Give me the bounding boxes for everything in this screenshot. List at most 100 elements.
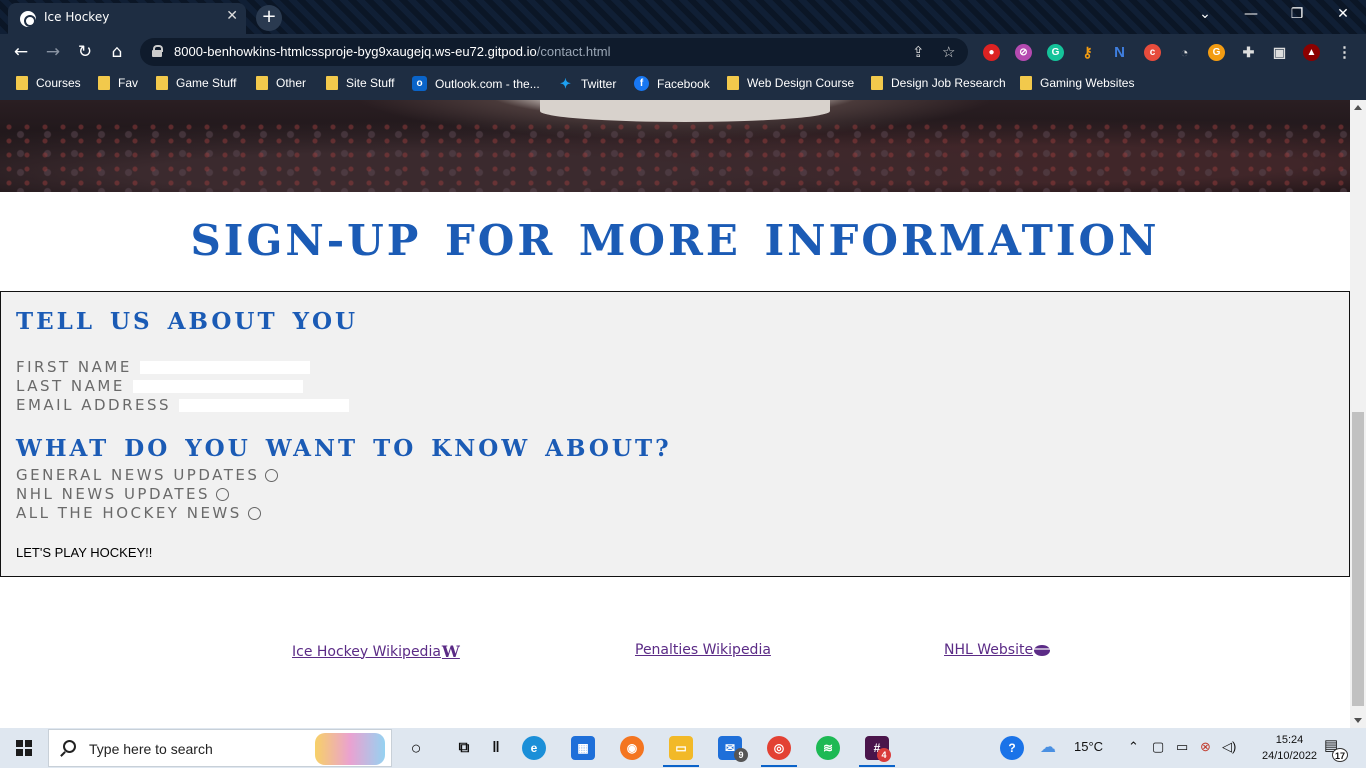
store-icon[interactable]: ▦: [571, 736, 595, 760]
general-news-label: GENERAL NEWS UPDATES: [16, 466, 260, 484]
penalties-wikipedia-link[interactable]: Penalties Wikipedia: [635, 642, 771, 658]
system-clock[interactable]: 15:24 24/10/2022: [1262, 732, 1317, 764]
last-name-field[interactable]: [132, 379, 303, 393]
bookmark-label: Game Stuff: [176, 76, 237, 90]
scroll-down-icon[interactable]: [1354, 718, 1362, 723]
battery-icon[interactable]: ▭: [1176, 739, 1188, 755]
bookmark-web-design-course[interactable]: Web Design Course: [727, 76, 854, 90]
spotify-icon[interactable]: ≋: [816, 736, 840, 760]
bookmark-site-stuff[interactable]: Site Stuff: [326, 76, 394, 90]
email-field[interactable]: [179, 398, 350, 412]
general-news-radio[interactable]: [265, 468, 279, 482]
bookmarks-bar: Courses Fav Game Stuff Other Site Stuff …: [0, 70, 1366, 100]
url-text[interactable]: 8000-benhowkins-htmlcssproje-byg9xaugejq…: [174, 44, 610, 59]
facebook-icon: f: [634, 76, 649, 91]
bookmark-twitter[interactable]: ✦ Twitter: [558, 76, 616, 91]
restore-button[interactable]: ❐: [1274, 0, 1320, 30]
ice-hockey-wikipedia-link[interactable]: Ice Hockey Wikipedia W: [292, 642, 460, 661]
profile-avatar-icon[interactable]: ▲: [1303, 44, 1320, 61]
minimize-button[interactable]: —: [1228, 0, 1274, 30]
nhl-news-radio[interactable]: [216, 487, 230, 501]
page-scrollbar[interactable]: [1350, 100, 1366, 728]
file-explorer-icon[interactable]: ▭: [669, 736, 693, 760]
bookmark-outlook[interactable]: o Outlook.com - the...: [412, 76, 540, 91]
extensions-puzzle-icon[interactable]: ✚: [1240, 44, 1257, 61]
edge-icon[interactable]: e: [522, 736, 546, 760]
reload-button[interactable]: ↻: [72, 40, 98, 64]
tab-ice-hockey[interactable]: Ice Hockey ✕: [8, 3, 246, 34]
firefox-icon[interactable]: ◉: [620, 736, 644, 760]
wikipedia-icon: W: [441, 642, 460, 661]
scroll-thumb[interactable]: [1352, 412, 1364, 706]
folder-icon: [1020, 76, 1032, 90]
help-icon[interactable]: ?: [1000, 736, 1024, 760]
bookmark-gaming-websites[interactable]: Gaming Websites: [1020, 76, 1134, 90]
volume-icon[interactable]: ◁): [1222, 739, 1236, 755]
submit-button[interactable]: LET'S PLAY HOCKEY!!: [16, 545, 152, 560]
scroll-up-icon[interactable]: [1354, 105, 1362, 110]
clock-time: 15:24: [1275, 734, 1304, 746]
weather-icon[interactable]: ☁: [1040, 737, 1056, 757]
bookmark-design-job-research[interactable]: Design Job Research: [871, 76, 1006, 90]
browser-tab-strip: Ice Hockey ✕ + ⌄ — ❐ ✕: [0, 0, 1366, 34]
g-extension-icon[interactable]: G: [1208, 44, 1225, 61]
show-hidden-icons-icon[interactable]: ⌃: [1128, 739, 1139, 755]
n-extension-icon[interactable]: N: [1111, 44, 1128, 61]
page-title: SIGN-UP FOR MORE INFORMATION: [190, 216, 1160, 265]
meet-now-icon[interactable]: ▢: [1152, 739, 1164, 755]
page-viewport: SIGN-UP FOR MORE INFORMATION TELL US ABO…: [0, 100, 1350, 728]
weather-temp[interactable]: 15°C: [1074, 739, 1103, 754]
side-panel-icon[interactable]: ▣: [1271, 44, 1288, 61]
about-you-heading: TELL US ABOUT YOU: [16, 308, 359, 335]
cortana-icon[interactable]: ○: [404, 736, 428, 760]
folder-icon: [16, 76, 28, 90]
tab-search-button[interactable]: ⌄: [1182, 0, 1228, 30]
bookmark-facebook[interactable]: f Facebook: [634, 76, 710, 91]
link-label: Penalties Wikipedia: [635, 642, 771, 658]
menu-icon[interactable]: ⋮: [1336, 44, 1353, 61]
privacy-extension-icon[interactable]: ⊘: [1015, 44, 1032, 61]
grammarly-extension-icon[interactable]: G: [1047, 44, 1064, 61]
lock-icon[interactable]: [152, 45, 163, 57]
bookmark-courses[interactable]: Courses: [16, 76, 81, 90]
bookmark-label: Design Job Research: [891, 76, 1006, 90]
nhl-website-link[interactable]: NHL Website: [944, 642, 1051, 658]
rink-ice: [540, 100, 830, 122]
task-view-icon[interactable]: ⧉: [452, 736, 476, 760]
bookmark-label: Other: [276, 76, 307, 90]
email-label: EMAIL ADDRESS: [16, 396, 172, 414]
address-bar[interactable]: 8000-benhowkins-htmlcssproje-byg9xaugejq…: [140, 38, 968, 66]
key-extension-icon[interactable]: ⚷: [1079, 44, 1096, 61]
option-all-hockey-news: ALL THE HOCKEY NEWS: [16, 504, 261, 522]
forward-button[interactable]: →: [40, 40, 66, 64]
option-nhl-news: NHL NEWS UPDATES: [16, 485, 230, 503]
tab-close-icon[interactable]: ✕: [226, 8, 238, 24]
clock-date: 24/10/2022: [1262, 750, 1318, 762]
all-hockey-news-label: ALL THE HOCKEY NEWS: [16, 504, 242, 522]
chrome-icon[interactable]: ◎: [767, 736, 791, 760]
all-hockey-news-radio[interactable]: [247, 506, 261, 520]
share-icon[interactable]: ⇪: [912, 43, 925, 61]
bookmark-fav[interactable]: Fav: [98, 76, 138, 90]
signup-form: TELL US ABOUT YOU FIRST NAME LAST NAME E…: [0, 291, 1350, 577]
taskbar-search-input[interactable]: Type here to search: [48, 729, 392, 767]
first-name-field[interactable]: [139, 360, 310, 374]
c-extension-icon[interactable]: c: [1144, 44, 1161, 61]
close-window-button[interactable]: ✕: [1320, 0, 1366, 30]
cast-extension-icon[interactable]: ◔: [1176, 44, 1193, 61]
bookmark-game-stuff[interactable]: Game Stuff: [156, 76, 236, 90]
windows-start-icon[interactable]: [16, 740, 32, 756]
back-button[interactable]: ←: [8, 40, 34, 64]
outlook-icon: o: [412, 76, 427, 91]
widgets-icon[interactable]: ‖: [484, 736, 508, 760]
home-button[interactable]: ⌂: [104, 40, 130, 64]
search-placeholder: Type here to search: [89, 741, 213, 757]
ublock-extension-icon[interactable]: ●: [983, 44, 1000, 61]
nhl-news-label: NHL NEWS UPDATES: [16, 485, 211, 503]
bookmark-star-icon[interactable]: ☆: [942, 43, 955, 61]
network-error-icon[interactable]: ⊗: [1200, 739, 1211, 755]
new-tab-button[interactable]: +: [256, 5, 282, 31]
bookmark-other[interactable]: Other: [256, 76, 306, 90]
mail-badge: 9: [734, 748, 748, 762]
option-general-news: GENERAL NEWS UPDATES: [16, 466, 279, 484]
